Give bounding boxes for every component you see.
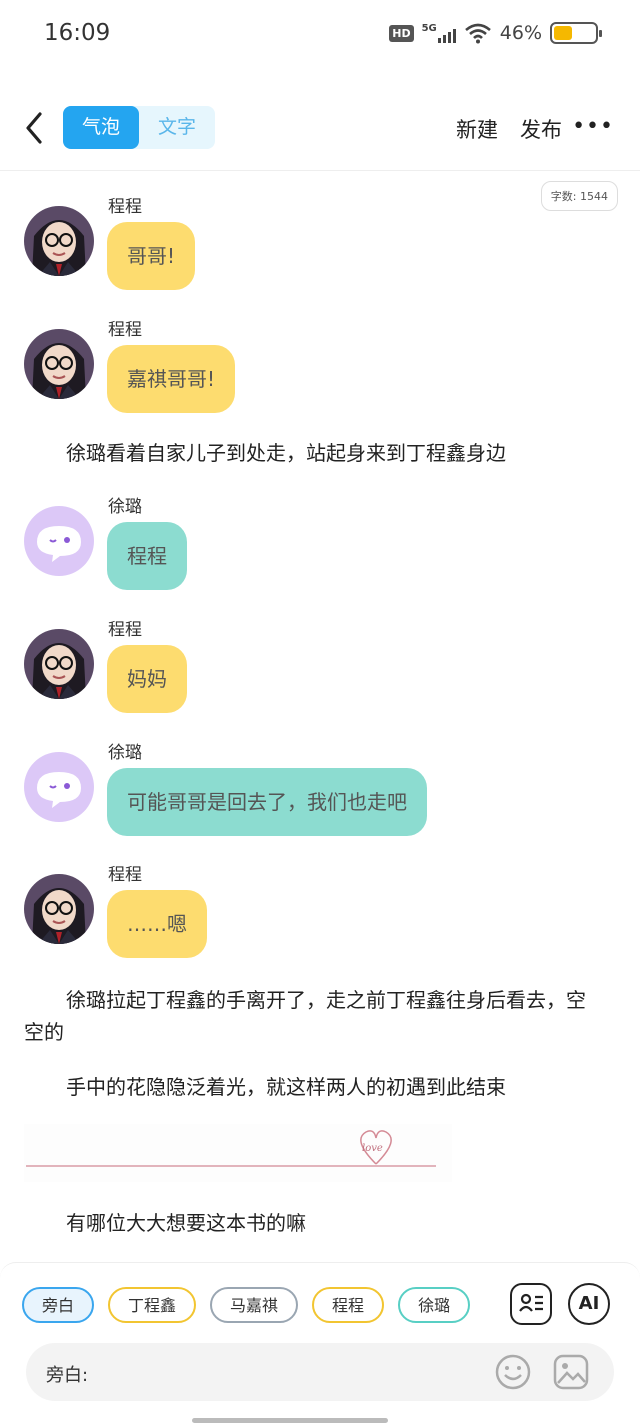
top-bar: 气泡 文字 新建 发布 •••	[0, 100, 640, 156]
chat-bubble[interactable]: 可能哥哥是回去了，我们也走吧	[107, 768, 427, 836]
ai-button[interactable]: AI	[568, 1283, 610, 1325]
image-icon[interactable]	[552, 1353, 590, 1391]
character-card-icon[interactable]	[510, 1283, 552, 1325]
speaker-name: 徐璐	[108, 497, 142, 517]
chip-character[interactable]: 徐璐	[398, 1287, 471, 1323]
word-count-badge: 字数: 1544	[540, 181, 618, 211]
chip-scroll-fade	[470, 1283, 492, 1329]
chip-character[interactable]: 丁程鑫	[108, 1287, 197, 1323]
emoji-icon[interactable]	[494, 1353, 532, 1391]
header-divider	[0, 170, 640, 171]
back-icon[interactable]	[20, 108, 48, 148]
message-input[interactable]: 旁白:	[26, 1343, 614, 1401]
battery-percent: 46%	[499, 22, 542, 44]
speaker-name: 程程	[108, 865, 142, 885]
chip-character[interactable]: 程程	[312, 1287, 385, 1323]
hd-icon: HD	[389, 24, 414, 42]
speaker-name: 程程	[108, 197, 142, 217]
network-type: 5G	[421, 23, 437, 34]
mode-toggle: 气泡 文字	[63, 106, 215, 149]
chat-bubble[interactable]: 嘉祺哥哥!	[107, 345, 236, 413]
love-divider-image[interactable]: love	[24, 1124, 452, 1182]
narration-text[interactable]: 徐璐看着自家儿子到处走，站起身来到丁程鑫身边	[24, 437, 584, 469]
publish-button[interactable]: 发布	[520, 114, 562, 144]
avatar-chengcheng[interactable]	[24, 629, 94, 699]
more-icon[interactable]: •••	[572, 114, 614, 139]
character-chips: 旁白 丁程鑫 马嘉祺 程程 徐璐	[22, 1287, 471, 1323]
chat-bubble[interactable]: ……嗯	[107, 890, 207, 958]
narration-text[interactable]: 有哪位大大想要这本书的嘛	[24, 1207, 584, 1239]
chip-character[interactable]: 马嘉祺	[210, 1287, 299, 1323]
battery-icon	[550, 22, 602, 44]
avatar-xulu[interactable]	[24, 752, 94, 822]
speaker-name: 程程	[108, 320, 142, 340]
input-speaker-label: 旁白:	[46, 1365, 89, 1386]
tab-bubble[interactable]: 气泡	[63, 106, 139, 149]
chat-bubble[interactable]: 哥哥!	[107, 222, 196, 290]
speaker-name: 程程	[108, 620, 142, 640]
avatar-chengcheng[interactable]	[24, 874, 94, 944]
narration-text[interactable]: 徐璐拉起丁程鑫的手离开了，走之前丁程鑫往身后看去，空空的	[24, 984, 600, 1048]
signal-icon: 5G	[422, 23, 456, 43]
status-bar: 16:09 HD 5G 46%	[0, 0, 640, 70]
new-button[interactable]: 新建	[456, 114, 498, 144]
avatar-chengcheng[interactable]	[24, 329, 94, 399]
chat-bubble[interactable]: 程程	[107, 522, 187, 590]
wifi-icon	[464, 23, 491, 44]
avatar-chengcheng[interactable]	[24, 206, 94, 276]
avatar-xulu[interactable]	[24, 506, 94, 576]
chip-narration[interactable]: 旁白	[22, 1287, 95, 1323]
narration-text[interactable]: 手中的花隐隐泛着光，就这样两人的初遇到此结束	[24, 1071, 584, 1103]
composer-panel: 旁白 丁程鑫 马嘉祺 程程 徐璐 AI 旁白:	[0, 1262, 640, 1427]
chat-bubble[interactable]: 妈妈	[107, 645, 187, 713]
love-text: love	[362, 1143, 383, 1154]
speaker-name: 徐璐	[108, 743, 142, 763]
tab-text[interactable]: 文字	[139, 106, 215, 149]
status-time: 16:09	[44, 20, 111, 46]
home-indicator	[192, 1418, 388, 1423]
